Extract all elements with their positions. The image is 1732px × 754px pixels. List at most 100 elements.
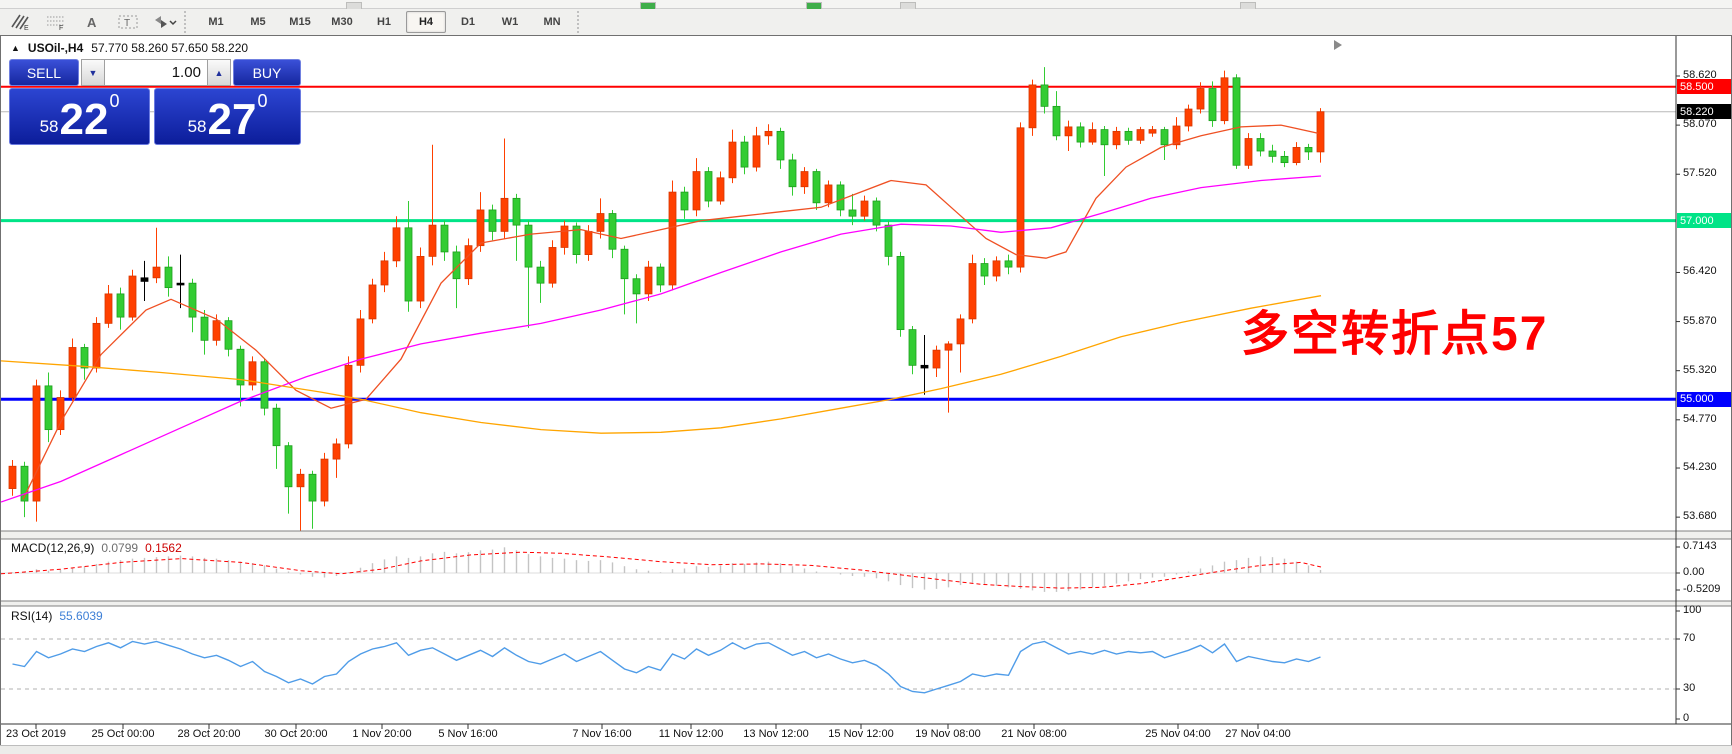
candle bbox=[1005, 261, 1012, 267]
rsi-axis-label: 30 bbox=[1683, 682, 1695, 694]
candle bbox=[1305, 147, 1312, 151]
candle bbox=[765, 131, 772, 135]
candle bbox=[213, 321, 220, 341]
time-axis-label: 21 Nov 08:00 bbox=[1001, 728, 1066, 740]
candle bbox=[669, 192, 676, 285]
candle bbox=[537, 267, 544, 283]
timeframe-button-M1[interactable]: M1 bbox=[196, 11, 236, 33]
candle bbox=[681, 192, 688, 210]
timeframe-button-D1[interactable]: D1 bbox=[448, 11, 488, 33]
candle bbox=[909, 330, 916, 366]
candle bbox=[1029, 85, 1036, 128]
timeframe-button-H1[interactable]: H1 bbox=[364, 11, 404, 33]
toolbar-separator bbox=[184, 11, 191, 33]
cutoff-icon bbox=[1240, 2, 1256, 9]
cycle-arrows-icon[interactable] bbox=[148, 10, 180, 34]
cutoff-icon bbox=[346, 2, 362, 9]
one-click-trading-panel: SELL ▼ ▲ BUY 58 22 0 58 27 0 bbox=[9, 59, 301, 145]
candle bbox=[861, 201, 868, 216]
candle bbox=[1257, 139, 1264, 152]
candle bbox=[1245, 139, 1252, 166]
buy-button[interactable]: BUY bbox=[233, 59, 301, 86]
rsi-label: RSI(14) 55.6039 bbox=[11, 609, 103, 623]
sell-button[interactable]: SELL bbox=[9, 59, 79, 86]
time-axis-label: 5 Nov 16:00 bbox=[438, 728, 497, 740]
candle bbox=[801, 172, 808, 187]
volume-input[interactable] bbox=[105, 59, 207, 86]
ma-slow-line bbox=[1, 296, 1321, 434]
candle bbox=[957, 319, 964, 344]
candle bbox=[105, 294, 112, 323]
candle bbox=[369, 285, 376, 319]
candle bbox=[1149, 130, 1156, 134]
candle bbox=[405, 228, 412, 301]
candle bbox=[885, 225, 892, 256]
sell-price-tile[interactable]: 58 22 0 bbox=[9, 88, 150, 145]
candle bbox=[309, 474, 316, 501]
volume-down-button[interactable]: ▼ bbox=[81, 59, 105, 86]
time-axis-label: 28 Oct 20:00 bbox=[178, 728, 241, 740]
candle bbox=[429, 225, 436, 256]
sell-price-sup: 0 bbox=[109, 91, 119, 112]
candle bbox=[441, 225, 448, 252]
candle bbox=[297, 474, 304, 487]
candle bbox=[753, 136, 760, 167]
sell-price-big: 22 bbox=[59, 99, 108, 141]
timeframe-button-M15[interactable]: M15 bbox=[280, 11, 320, 33]
time-axis-label: 27 Nov 04:00 bbox=[1225, 728, 1290, 740]
candle bbox=[969, 264, 976, 319]
rsi-axis-label: 0 bbox=[1683, 712, 1689, 724]
experts-icon[interactable]: E bbox=[4, 10, 36, 34]
candle bbox=[465, 246, 472, 279]
macd-axis-label: 0.00 bbox=[1683, 566, 1704, 578]
candle bbox=[201, 317, 208, 340]
timeframe-buttons: M1M5M15M30H1H4D1W1MN bbox=[195, 11, 573, 33]
candle bbox=[381, 261, 388, 285]
candle bbox=[657, 267, 664, 285]
buy-price-small: 58 bbox=[188, 117, 207, 137]
candle bbox=[633, 279, 640, 294]
timeframe-button-W1[interactable]: W1 bbox=[490, 11, 530, 33]
time-axis-label: 1 Nov 20:00 bbox=[352, 728, 411, 740]
candle bbox=[45, 386, 52, 430]
timeframe-button-MN[interactable]: MN bbox=[532, 11, 572, 33]
time-axis-label: 23 Oct 2019 bbox=[6, 728, 66, 740]
ma-mid-line bbox=[1, 176, 1321, 502]
ohlc-values: 57.770 58.260 57.650 58.220 bbox=[91, 41, 248, 55]
chart-shift-icon[interactable] bbox=[1334, 40, 1342, 50]
candle bbox=[69, 347, 76, 397]
panel-separator[interactable] bbox=[1, 531, 1731, 539]
time-axis-label: 25 Oct 00:00 bbox=[92, 728, 155, 740]
candle bbox=[1077, 127, 1084, 142]
candle bbox=[789, 160, 796, 187]
time-axis-label: 13 Nov 12:00 bbox=[743, 728, 808, 740]
toolbar-separator bbox=[577, 11, 584, 33]
timeframe-button-M30[interactable]: M30 bbox=[322, 11, 362, 33]
candle bbox=[585, 231, 592, 254]
candle bbox=[549, 247, 556, 283]
svg-text:E: E bbox=[24, 25, 29, 31]
collapse-triangle-icon[interactable]: ▲ bbox=[11, 43, 20, 53]
candle bbox=[837, 185, 844, 210]
candle bbox=[645, 267, 652, 294]
price-axis-label: 55.870 bbox=[1683, 315, 1717, 327]
timeframe-button-M5[interactable]: M5 bbox=[238, 11, 278, 33]
top-toolbar-sliver bbox=[0, 0, 1732, 9]
grid-f-icon[interactable]: F bbox=[40, 10, 72, 34]
time-axis-label: 11 Nov 12:00 bbox=[659, 728, 724, 740]
candle bbox=[417, 256, 424, 301]
macd-signal-line bbox=[1, 552, 1321, 588]
text-label-icon[interactable]: A bbox=[76, 10, 108, 34]
candle bbox=[261, 362, 268, 408]
candle bbox=[729, 142, 736, 178]
symbol-label: USOil-,H4 bbox=[28, 41, 83, 55]
panel-separator[interactable] bbox=[1, 601, 1731, 606]
cutoff-icon-green bbox=[640, 2, 656, 9]
candle bbox=[153, 267, 160, 278]
text-box-icon[interactable]: T bbox=[112, 10, 144, 34]
volume-up-button[interactable]: ▲ bbox=[207, 59, 231, 86]
buy-price-tile[interactable]: 58 27 0 bbox=[154, 88, 301, 145]
candle bbox=[693, 172, 700, 210]
timeframe-button-H4[interactable]: H4 bbox=[406, 11, 446, 33]
candle bbox=[1269, 151, 1276, 156]
